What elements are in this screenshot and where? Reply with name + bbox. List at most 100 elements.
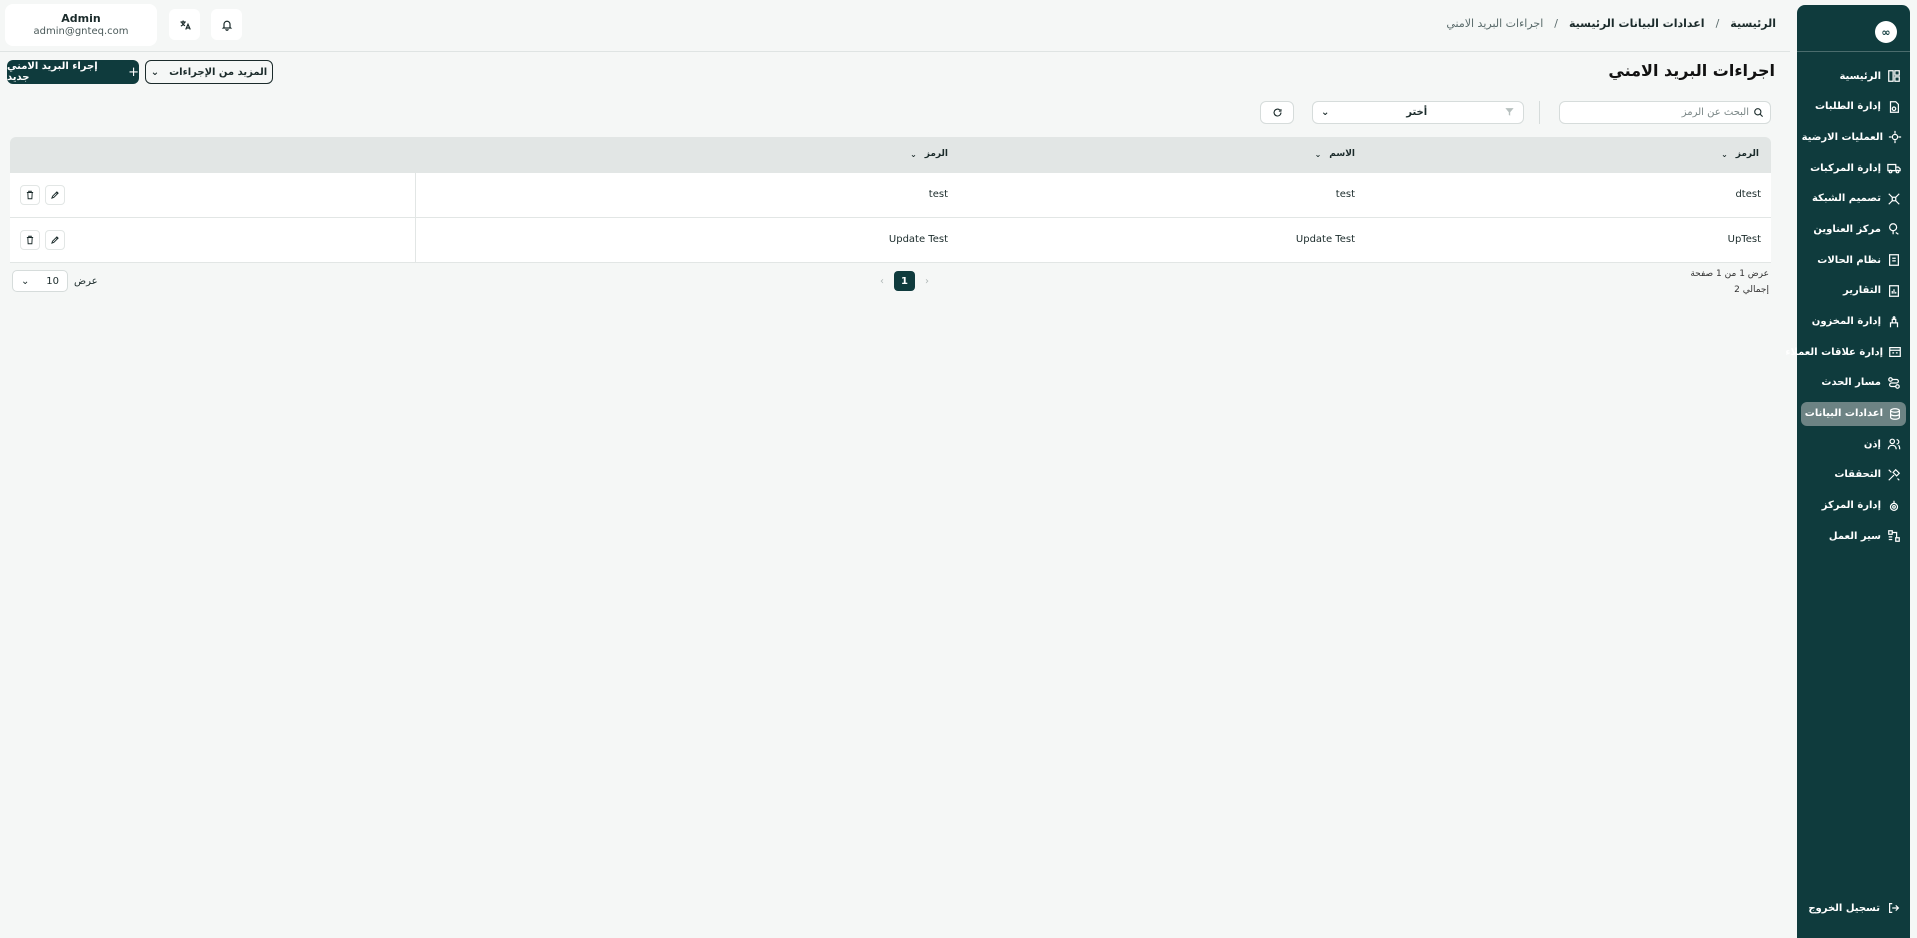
tools-icon [1886,467,1902,483]
bell-icon [221,20,232,31]
app-logo[interactable]: ∞ [1875,21,1897,43]
plus-icon: + [128,64,139,80]
total-count: إجمالي 2 [1734,285,1769,295]
page-info-text: عرض 1 من 1 صفحة [1690,269,1769,279]
breadcrumb-home[interactable]: الرئيسية [1730,17,1776,30]
logout-button[interactable]: تسجيل الخروج [1808,900,1902,916]
user-email: admin@gnteq.com [33,26,129,37]
sidebar-item-label: تصميم الشبكة [1811,193,1881,205]
pencil-icon [51,236,59,244]
center-icon [1886,498,1902,514]
sidebar-item-center[interactable]: إدارة المركز [1801,494,1906,518]
column-header-label: الاسم [1329,149,1355,159]
page-size-select[interactable]: ⌄ 10 [12,270,68,292]
sidebar-item-label: التحققات [1834,469,1881,481]
new-secure-mail-action-button[interactable]: + إجراء البريد الامني جديد [7,60,139,84]
prev-page-icon[interactable]: ‹ [880,276,884,287]
crm-icon [1888,344,1902,360]
chevron-down-icon: ⌄ [1721,149,1728,159]
table-cell: test [1335,189,1355,200]
sidebar-item-label: سير العمل [1828,530,1881,542]
status-icon [1886,252,1902,268]
sidebar-item-crm[interactable]: إدارة علاقات العملاء [1785,340,1906,364]
chevron-down-icon: ⌄ [910,149,917,159]
sidebar-item-label: إدارة المخزون [1811,316,1881,327]
inventory-icon [1886,314,1902,330]
search-box [1559,101,1771,124]
breadcrumb-master-data[interactable]: اعدادات البيانات الرئيسية [1569,17,1705,30]
breadcrumb-separator: / [1715,17,1720,30]
sidebar-item-route[interactable]: مسار الحدث [1801,371,1906,395]
column-header-code-2[interactable]: الرمز ⌄ [910,149,948,159]
sidebar-item-report[interactable]: التقارير [1801,279,1906,303]
more-actions-label: المزيد من الإجراءات [169,66,268,78]
column-header-label: الرمز [1735,149,1759,159]
language-button[interactable] [169,9,200,40]
pagination: ‹ 1 › [870,271,939,291]
page-size-label: عرض [74,275,98,287]
sidebar-item-workflow[interactable]: سير العمل [1801,524,1906,548]
actions-divider [415,173,416,217]
chevron-down-icon: ⌄ [21,275,30,287]
sidebar-item-label: إدارة الطلبات [1814,101,1881,113]
column-header-label: الرمز [924,149,948,159]
table-header: الرمز ⌄ الاسم ⌄ الرمز ⌄ [10,137,1771,173]
table-cell: test [928,189,948,200]
edit-button[interactable] [45,230,65,250]
refresh-icon [1273,108,1281,117]
refresh-button[interactable] [1260,101,1294,124]
ground-ops-icon [1888,129,1902,145]
search-input[interactable] [1569,107,1749,118]
more-actions-dropdown[interactable]: المزيد من الإجراءات ⌄ [145,60,273,84]
sidebar-item-truck[interactable]: إدارة المركبات [1801,156,1906,180]
map-pin-icon [1886,221,1902,237]
new-button-label: إجراء البريد الامني جديد [7,61,98,83]
breadcrumb-current: اجراءات البريد الامني [1446,17,1544,30]
page-size-control: ⌄ 10 عرض [12,270,98,292]
sidebar-item-label: العمليات الارضية [1801,131,1883,143]
sidebar-item-label: مركز العناوين [1813,223,1881,235]
sidebar-item-map-pin[interactable]: مركز العناوين [1801,217,1906,241]
pagination-info: عرض 1 من 1 صفحة إجمالي 2 [1690,266,1769,298]
sidebar-item-orders[interactable]: إدارة الطلبات [1801,95,1906,119]
sidebar-item-status[interactable]: نظام الحالات [1801,248,1906,272]
sidebar-item-inventory[interactable]: إدارة المخزون [1801,310,1906,334]
sidebar-item-label: إدارة علاقات العملاء [1785,346,1883,358]
search-icon [1754,108,1764,118]
page-title: اجراءات البريد الامني [1608,61,1775,80]
sidebar-item-users[interactable]: إذن [1801,432,1906,456]
filter-icon [1504,106,1515,120]
column-header-code[interactable]: الرمز ⌄ [1721,149,1759,159]
sidebar-item-database[interactable]: اعدادات البيانات [1801,401,1906,426]
sidebar-item-network[interactable]: تصميم الشبكة [1801,187,1906,211]
translate-icon [180,20,191,30]
sidebar-item-label: نظام الحالات [1817,254,1881,266]
sidebar-item-label: الرئيسية [1839,70,1881,82]
next-page-icon[interactable]: › [925,276,929,287]
column-header-name[interactable]: الاسم ⌄ [1315,149,1355,159]
filter-select-value: أختر [1406,107,1428,118]
logout-label: تسجيل الخروج [1808,902,1880,914]
truck-icon [1886,160,1902,176]
layout-icon [1886,68,1902,84]
user-profile-card[interactable]: Admin admin@gnteq.com [5,4,157,46]
sidebar-item-tools[interactable]: التحققات [1801,463,1906,487]
sidebar-item-label: مسار الحدث [1821,377,1881,389]
delete-button[interactable] [20,230,40,250]
page-button-current[interactable]: 1 [894,271,915,291]
filter-select[interactable]: أختر ⌄ [1312,101,1524,124]
page-size-value: 10 [46,275,59,287]
sidebar: ∞ الرئيسية إدارة الطلبات العمليات الارضية إ… [1785,5,1910,938]
sidebar-item-ground-ops[interactable]: العمليات الارضية [1801,125,1906,149]
sidebar-item-layout[interactable]: الرئيسية [1801,64,1906,88]
chevron-down-icon: ⌄ [150,66,160,78]
sidebar-item-label: إذن [1863,438,1881,450]
edit-button[interactable] [45,185,65,205]
delete-button[interactable] [20,185,40,205]
route-icon [1886,375,1902,391]
top-bar: الرئيسية / اعدادات البيانات الرئيسية / ا… [0,0,1790,52]
table-cell: Update Test [1295,234,1355,245]
sidebar-menu: الرئيسية إدارة الطلبات العمليات الارضية إدا… [1785,64,1906,555]
notifications-button[interactable] [211,9,242,40]
trash-icon [26,235,34,245]
